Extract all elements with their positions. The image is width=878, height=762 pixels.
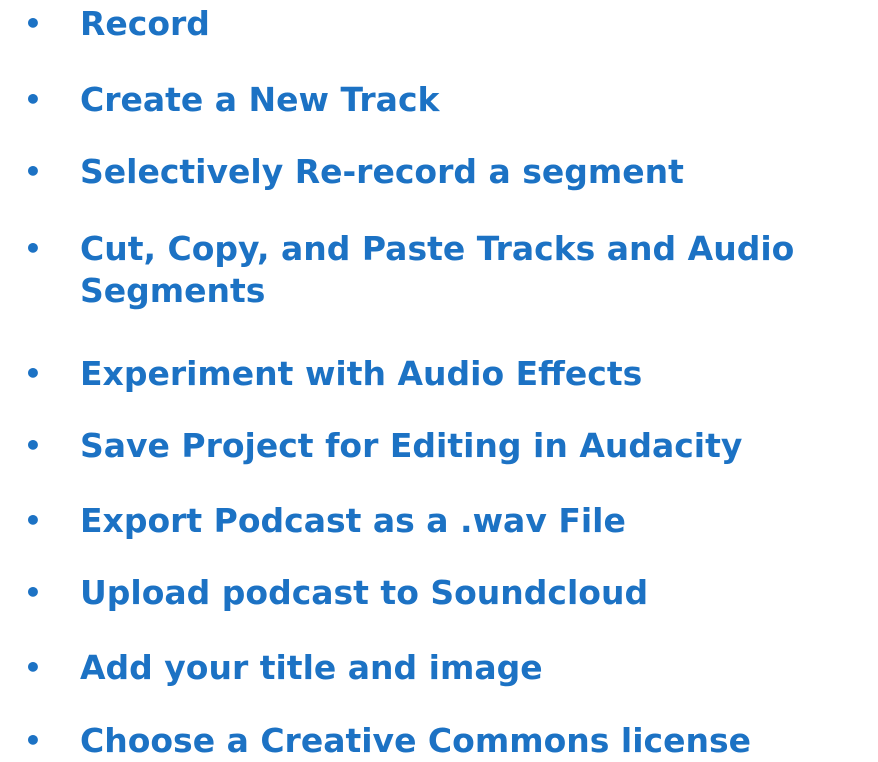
bullet-icon: • xyxy=(24,724,42,757)
bullet-icon: • xyxy=(24,7,42,40)
bullet-icon: • xyxy=(24,232,42,265)
list-item-text: Choose a Creative Commons license xyxy=(80,721,751,760)
list-item-text: Save Project for Editing in Audacity xyxy=(80,426,743,465)
list-item-text: Record xyxy=(80,4,210,43)
bullet-icon: • xyxy=(24,576,42,609)
list-item-text: Create a New Track xyxy=(80,80,440,119)
list-item-text: Export Podcast as a .wav File xyxy=(80,501,626,540)
slide: • Record • Create a New Track • Selectiv… xyxy=(0,0,878,760)
list-item-text: Selectively Re-record a segment xyxy=(80,152,684,191)
bullet-icon: • xyxy=(24,504,42,537)
bullet-icon: • xyxy=(24,429,42,462)
list-item-text: Upload podcast to Soundcloud xyxy=(80,573,649,612)
bullet-icon: • xyxy=(24,155,42,188)
list-item-text: Add your title and image xyxy=(80,648,543,687)
list-item-text: Experiment with Audio Effects xyxy=(80,354,643,393)
bullet-icon: • xyxy=(24,651,42,684)
list-item-text: Cut, Copy, and Paste Tracks and Audio Se… xyxy=(80,229,795,310)
bullet-icon: • xyxy=(24,357,42,390)
bullet-icon: • xyxy=(24,83,42,116)
